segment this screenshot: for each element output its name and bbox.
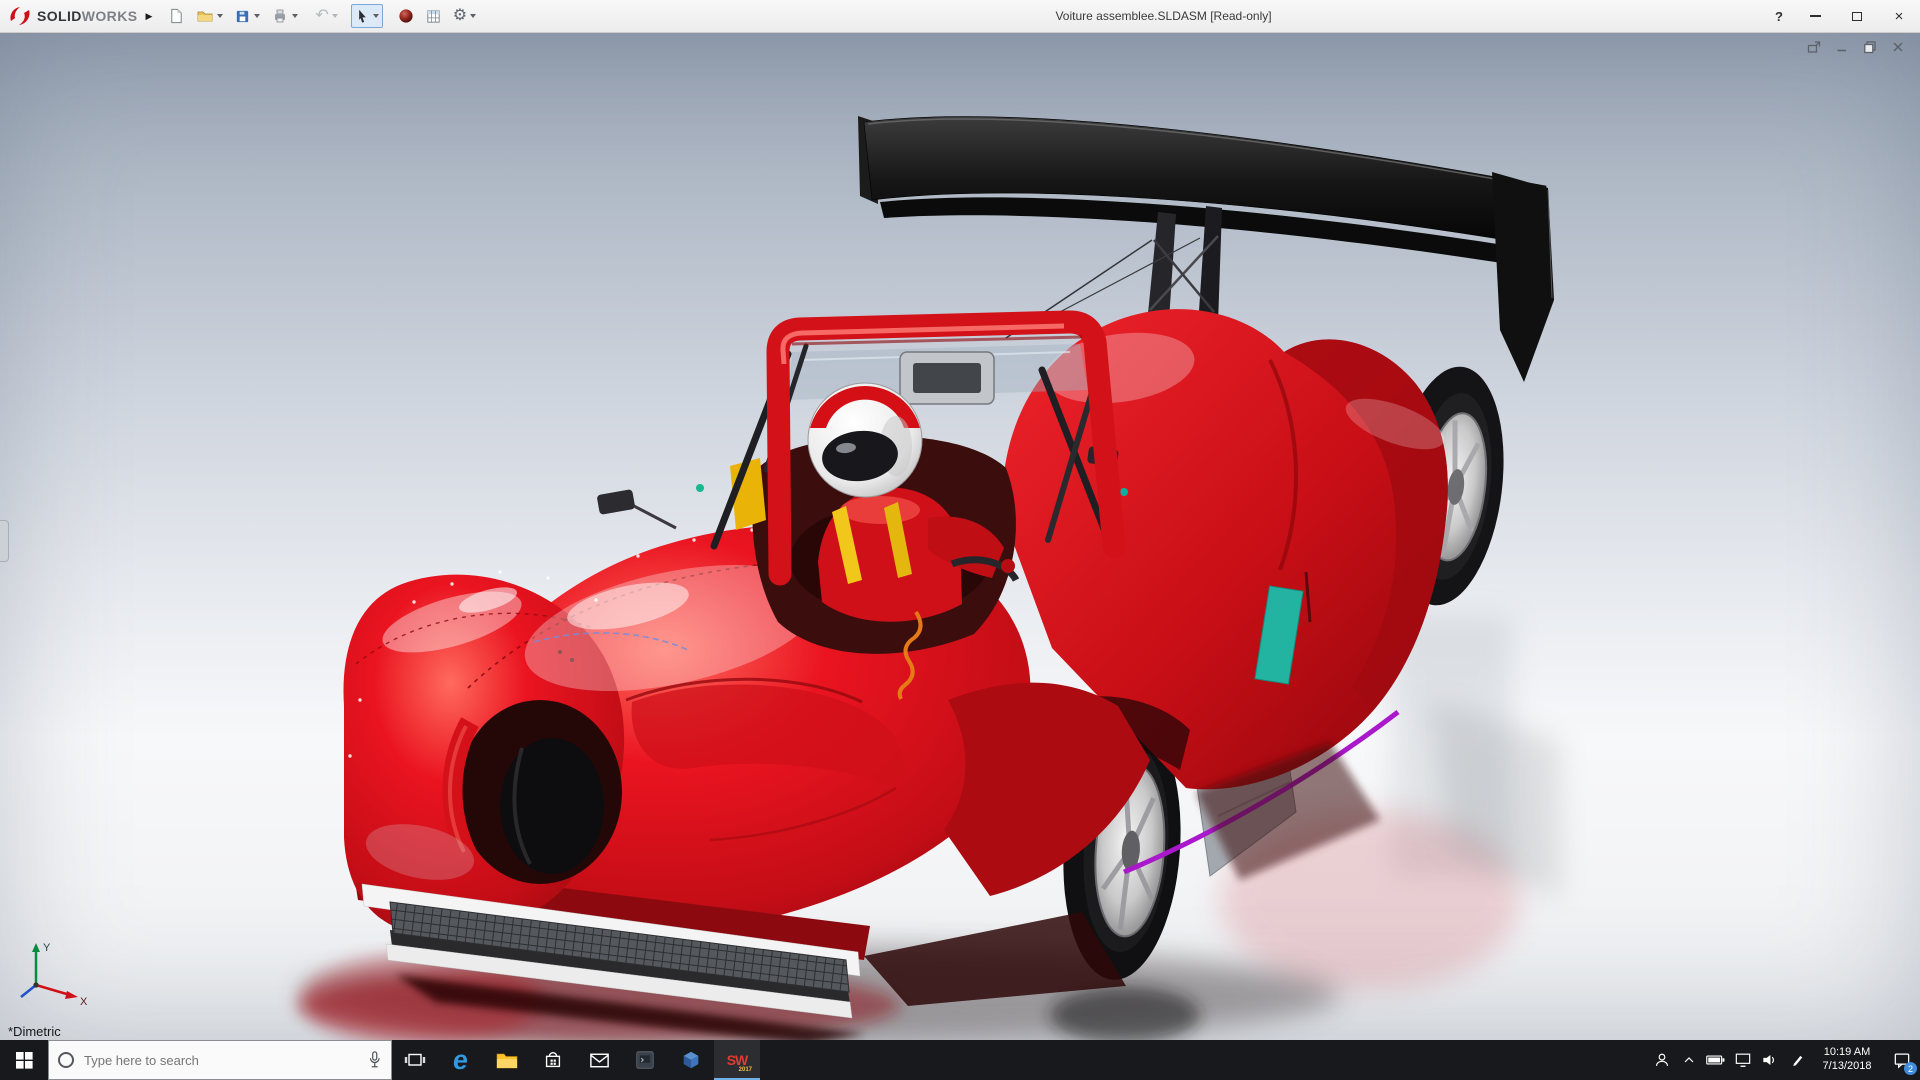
microphone-icon[interactable] <box>367 1051 382 1069</box>
edge-icon: e <box>451 1044 471 1075</box>
help-button[interactable]: ? <box>1764 0 1794 32</box>
quick-access-toolbar: ↶ ⚙ <box>164 4 483 28</box>
taskbar-search[interactable] <box>48 1040 392 1080</box>
clock-date: 7/13/2018 <box>1822 1060 1872 1072</box>
select-cursor-icon <box>358 9 366 23</box>
open-folder-icon <box>197 11 213 22</box>
app-window-icon <box>636 1051 654 1069</box>
orientation-triad: Y X <box>10 935 102 1014</box>
doc-close-icon <box>1893 42 1903 52</box>
doc-restore-button[interactable] <box>1860 38 1880 56</box>
window-controls: ? × <box>1764 0 1920 32</box>
print-button[interactable] <box>267 4 302 28</box>
start-button[interactable] <box>0 1040 48 1080</box>
graphics-viewport[interactable]: Y X *Dimetric <box>0 33 1920 1040</box>
open-button[interactable] <box>192 4 227 28</box>
solidworks-app-icon: SW 2017 <box>726 1052 752 1073</box>
taskbar-app-edge[interactable]: e <box>438 1040 484 1080</box>
task-view-icon <box>404 1053 426 1066</box>
file-explorer-icon <box>496 1053 518 1069</box>
new-document-button[interactable] <box>164 4 189 28</box>
left-mirror[interactable] <box>597 489 636 515</box>
pen-button[interactable] <box>1783 1040 1810 1080</box>
search-input[interactable] <box>82 1051 359 1069</box>
taskbar-clock[interactable]: 10:19 AM 7/13/2018 <box>1810 1046 1884 1074</box>
save-button[interactable] <box>230 4 264 28</box>
triad-x-label: X <box>80 996 88 1008</box>
view-orientation-label: *Dimetric <box>8 1024 61 1039</box>
pen-icon <box>1792 1055 1802 1066</box>
clock-time: 10:19 AM <box>1823 1046 1871 1059</box>
print-icon <box>275 9 286 23</box>
gear-icon: ⚙ <box>452 7 468 24</box>
cad-cube-icon <box>683 1051 699 1069</box>
menu-expand-arrow-icon[interactable]: ▶ <box>145 11 152 22</box>
undo-dropdown-caret[interactable] <box>331 14 338 18</box>
brand-name: SOLIDWORKS <box>37 8 138 24</box>
notification-badge: 2 <box>1904 1062 1917 1075</box>
battery-button[interactable] <box>1702 1040 1729 1080</box>
car-3d-model[interactable] <box>0 33 1920 1040</box>
hidden-icons-button[interactable] <box>1675 1040 1702 1080</box>
cortana-icon <box>58 1052 74 1068</box>
people-button[interactable] <box>1648 1040 1675 1080</box>
close-button[interactable]: × <box>1878 0 1920 32</box>
doc-float-button[interactable] <box>1804 38 1824 56</box>
people-icon <box>1655 1053 1668 1066</box>
design-table-button[interactable] <box>421 4 446 28</box>
open-dropdown-caret[interactable] <box>217 14 224 18</box>
appearance-sphere-icon <box>399 9 413 23</box>
network-icon <box>1735 1053 1750 1067</box>
maximize-icon <box>1852 11 1862 21</box>
volume-icon <box>1762 1055 1774 1065</box>
taskbar-app-cad-cube[interactable] <box>668 1040 714 1080</box>
taskbar-app-mail[interactable] <box>576 1040 622 1080</box>
maximize-button[interactable] <box>1836 0 1878 32</box>
volume-button[interactable] <box>1756 1040 1783 1080</box>
taskbar-app-store[interactable] <box>530 1040 576 1080</box>
taskbar-app-solidworks[interactable]: SW 2017 <box>714 1040 760 1080</box>
minimize-icon <box>1809 15 1821 17</box>
select-dropdown-caret[interactable] <box>372 14 379 18</box>
doc-close-button[interactable] <box>1888 38 1908 56</box>
save-dropdown-caret[interactable] <box>254 14 261 18</box>
minimize-button[interactable] <box>1794 0 1836 32</box>
task-view-button[interactable] <box>392 1040 438 1080</box>
solidworks-logo: SOLIDWORKS <box>8 5 137 27</box>
action-center-button[interactable]: 2 <box>1884 1040 1920 1080</box>
doc-float-icon <box>1807 41 1821 53</box>
network-button[interactable] <box>1729 1040 1756 1080</box>
taskbar: e SW <box>0 1040 1920 1080</box>
document-window-controls <box>1804 38 1908 56</box>
appearance-button[interactable] <box>394 4 418 28</box>
taskbar-app-window[interactable] <box>622 1040 668 1080</box>
titlebar: SOLIDWORKS ▶ ↶ ⚙ Voiture assemblee.SLDAS… <box>0 0 1920 33</box>
options-button[interactable]: ⚙ <box>449 4 480 28</box>
new-document-icon <box>171 8 183 24</box>
triad-y-label: Y <box>43 942 51 954</box>
print-dropdown-caret[interactable] <box>292 14 299 18</box>
document-title: Voiture assemblee.SLDASM [Read-only] <box>1055 9 1272 23</box>
doc-minimize-button[interactable] <box>1832 38 1852 56</box>
options-dropdown-caret[interactable] <box>470 14 477 18</box>
windows-logo-icon <box>15 1051 33 1069</box>
select-tool-button[interactable] <box>350 4 383 28</box>
design-table-icon <box>427 9 440 23</box>
battery-icon <box>1706 1055 1725 1065</box>
doc-restore-icon <box>1864 41 1876 54</box>
feature-manager-collapsed-tab[interactable] <box>0 520 9 562</box>
system-tray: 10:19 AM 7/13/2018 2 <box>1648 1040 1920 1080</box>
taskbar-app-file-explorer[interactable] <box>484 1040 530 1080</box>
solidworks-ds-icon <box>10 7 30 25</box>
save-floppy-icon <box>237 10 249 22</box>
store-icon <box>545 1051 561 1068</box>
undo-button[interactable]: ↶ <box>311 4 341 28</box>
doc-minimize-icon <box>1837 49 1846 52</box>
undo-icon: ↶ <box>315 7 329 24</box>
wing-endplate[interactable] <box>1492 172 1554 382</box>
mail-icon <box>589 1053 609 1068</box>
chevron-up-icon <box>1684 1057 1693 1063</box>
